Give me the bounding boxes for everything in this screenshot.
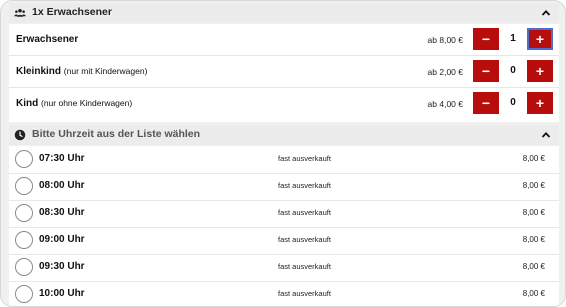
radio-button[interactable]: [15, 285, 33, 303]
ticket-price: ab 8,00 €: [427, 35, 463, 45]
decrease-button[interactable]: −: [473, 60, 499, 82]
slot-time: 10:00 Uhr: [39, 288, 85, 299]
slot-price: 8,00 €: [522, 181, 545, 190]
quantity-value: 0: [510, 97, 516, 108]
quantity-value: 0: [510, 65, 516, 76]
quantity-stepper: − 0 +: [473, 91, 553, 115]
slot-availability: fast ausverkauft: [278, 235, 331, 244]
ticket-row-adult: Erwachsener ab 8,00 € − 1 +: [9, 24, 559, 56]
time-slot-row[interactable]: 07:30 Uhr fast ausverkauft 8,00 €: [9, 146, 559, 174]
radio-button[interactable]: [15, 150, 33, 168]
slot-price: 8,00 €: [522, 208, 545, 217]
slot-availability: fast ausverkauft: [278, 262, 331, 271]
increase-button[interactable]: +: [527, 60, 553, 82]
chevron-up-icon[interactable]: [541, 130, 551, 140]
guests-section-title: 1x Erwachsener: [32, 6, 112, 18]
time-slot-row[interactable]: 08:00 Uhr fast ausverkauft 8,00 €: [9, 173, 559, 201]
increase-button[interactable]: +: [527, 28, 553, 50]
quantity-stepper: − 1 +: [473, 27, 553, 51]
slot-price: 8,00 €: [522, 289, 545, 298]
slot-price: 8,00 €: [522, 235, 545, 244]
radio-button[interactable]: [15, 204, 33, 222]
slot-availability: fast ausverkauft: [278, 289, 331, 298]
slot-availability: fast ausverkauft: [278, 208, 331, 217]
quantity-stepper: − 0 +: [473, 59, 553, 83]
time-section-title: Bitte Uhrzeit aus der Liste wählen: [32, 128, 201, 140]
slot-availability: fast ausverkauft: [278, 154, 331, 163]
ticket-name: Erwachsener: [16, 34, 79, 45]
time-slot-list: 07:30 Uhr fast ausverkauft 8,00 € 08:00 …: [9, 146, 559, 306]
time-slot-row[interactable]: 09:00 Uhr fast ausverkauft 8,00 €: [9, 227, 559, 255]
slot-time: 07:30 Uhr: [39, 153, 85, 164]
clock-icon: [14, 129, 26, 141]
radio-button[interactable]: [15, 177, 33, 195]
time-slot-row[interactable]: 10:00 Uhr fast ausverkauft 8,00 €: [9, 281, 559, 306]
slot-time: 09:30 Uhr: [39, 261, 85, 272]
slot-price: 8,00 €: [522, 262, 545, 271]
decrease-button[interactable]: −: [473, 28, 499, 50]
ticket-name: Kleinkind (nur mit Kinderwagen): [16, 66, 148, 77]
decrease-button[interactable]: −: [473, 92, 499, 114]
ticket-row-child: Kind (nur ohne Kinderwagen) ab 4,00 € − …: [9, 88, 559, 119]
ticket-list: Erwachsener ab 8,00 € − 1 + Kleinkind (n…: [9, 24, 559, 122]
slot-time: 09:00 Uhr: [39, 234, 85, 245]
ticket-name: Kind (nur ohne Kinderwagen): [16, 98, 133, 109]
slot-availability: fast ausverkauft: [278, 181, 331, 190]
radio-button[interactable]: [15, 231, 33, 249]
increase-button[interactable]: +: [527, 92, 553, 114]
quantity-value: 1: [510, 33, 516, 44]
ticket-row-toddler: Kleinkind (nur mit Kinderwagen) ab 2,00 …: [9, 56, 559, 88]
booking-widget: 1x Erwachsener Erwachsener ab 8,00 € − 1…: [0, 0, 566, 307]
time-slot-row[interactable]: 09:30 Uhr fast ausverkauft 8,00 €: [9, 254, 559, 282]
slot-price: 8,00 €: [522, 154, 545, 163]
ticket-price: ab 4,00 €: [427, 99, 463, 109]
ticket-price: ab 2,00 €: [427, 67, 463, 77]
people-icon: [14, 8, 26, 17]
slot-time: 08:30 Uhr: [39, 207, 85, 218]
time-slot-row[interactable]: 08:30 Uhr fast ausverkauft 8,00 €: [9, 200, 559, 228]
radio-button[interactable]: [15, 258, 33, 276]
ticket-note: (nur mit Kinderwagen): [63, 66, 148, 76]
guests-section-header[interactable]: 1x Erwachsener: [9, 3, 559, 23]
ticket-note: (nur ohne Kinderwagen): [41, 98, 133, 108]
time-section-header[interactable]: Bitte Uhrzeit aus der Liste wählen: [9, 125, 559, 145]
chevron-up-icon[interactable]: [541, 8, 551, 18]
slot-time: 08:00 Uhr: [39, 180, 85, 191]
